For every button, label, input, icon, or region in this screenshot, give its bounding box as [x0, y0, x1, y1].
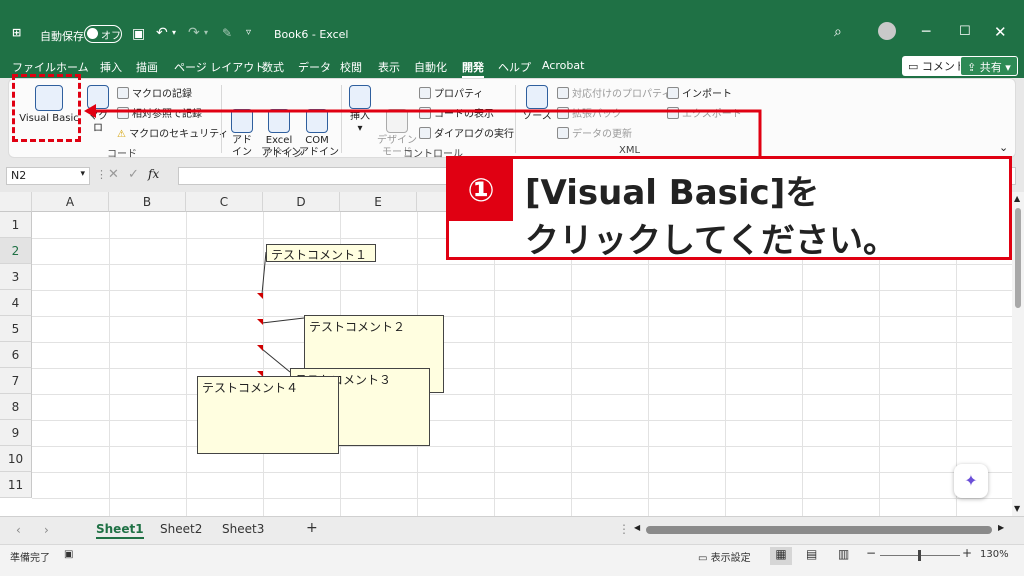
sheet-tab-1[interactable]: Sheet1: [96, 522, 144, 539]
display-settings-button[interactable]: ▭ 表示設定: [698, 549, 751, 564]
callout-step-number: ①: [449, 159, 513, 221]
name-box[interactable]: N2 ▾: [6, 167, 90, 185]
prev-sheet-icon[interactable]: ‹: [16, 523, 21, 537]
callout-line-1: [Visual Basic]を: [525, 173, 820, 213]
more-icon: ⋮: [618, 522, 630, 536]
copilot-icon[interactable]: ✦: [954, 464, 988, 498]
chevron-down-icon: ▾: [80, 169, 85, 179]
horizontal-scroll-thumb[interactable]: [646, 526, 992, 534]
page-layout-view-icon[interactable]: ▤: [806, 547, 817, 561]
add-sheet-button[interactable]: +: [306, 520, 318, 536]
display-settings-icon: ▭: [698, 553, 711, 564]
vertical-scroll-thumb[interactable]: [1015, 208, 1021, 308]
status-ready: 準備完了: [10, 553, 50, 564]
cancel-icon[interactable]: ✕: [108, 167, 119, 182]
sheet-tabs-bar: ‹ › Sheet1 Sheet2 Sheet3 + ⋮ ◀ ▶: [0, 516, 1024, 544]
page-break-view-icon[interactable]: ▥: [838, 547, 849, 561]
zoom-in-icon[interactable]: +: [962, 546, 972, 560]
accessibility-icon[interactable]: ▣: [64, 549, 73, 560]
insert-function-button[interactable]: fx: [148, 167, 159, 181]
zoom-out-icon[interactable]: −: [866, 546, 876, 560]
scroll-right-icon[interactable]: ▶: [998, 523, 1004, 532]
next-sheet-icon[interactable]: ›: [44, 523, 49, 537]
more-icon: ⋮: [96, 168, 107, 181]
comment-marker[interactable]: [257, 293, 263, 299]
zoom-level[interactable]: 130%: [980, 549, 1009, 560]
sheet-tab-2[interactable]: Sheet2: [160, 522, 202, 536]
sheet-tab-3[interactable]: Sheet3: [222, 522, 264, 536]
callout-line-2: クリックしてください。: [525, 221, 897, 261]
scroll-down-icon[interactable]: ▼: [1014, 504, 1020, 513]
zoom-slider-thumb[interactable]: [918, 550, 921, 561]
comment-box-4[interactable]: テストコメント４: [197, 376, 339, 454]
confirm-icon[interactable]: ✓: [128, 167, 139, 182]
instruction-callout: ① [Visual Basic]を クリックしてください。: [446, 156, 1012, 261]
comment-box-1[interactable]: テストコメント１: [266, 244, 376, 262]
vertical-scrollbar[interactable]: ▲ ▼: [1012, 192, 1024, 516]
normal-view-icon[interactable]: ▦: [770, 547, 792, 565]
scroll-left-icon[interactable]: ◀: [634, 523, 640, 532]
status-bar: 準備完了 ▣ ▭ 表示設定 ▦ ▤ ▥ − + 130%: [0, 544, 1024, 576]
comment-marker[interactable]: [257, 319, 263, 325]
comment-marker[interactable]: [257, 345, 263, 351]
scroll-up-icon[interactable]: ▲: [1014, 194, 1020, 203]
